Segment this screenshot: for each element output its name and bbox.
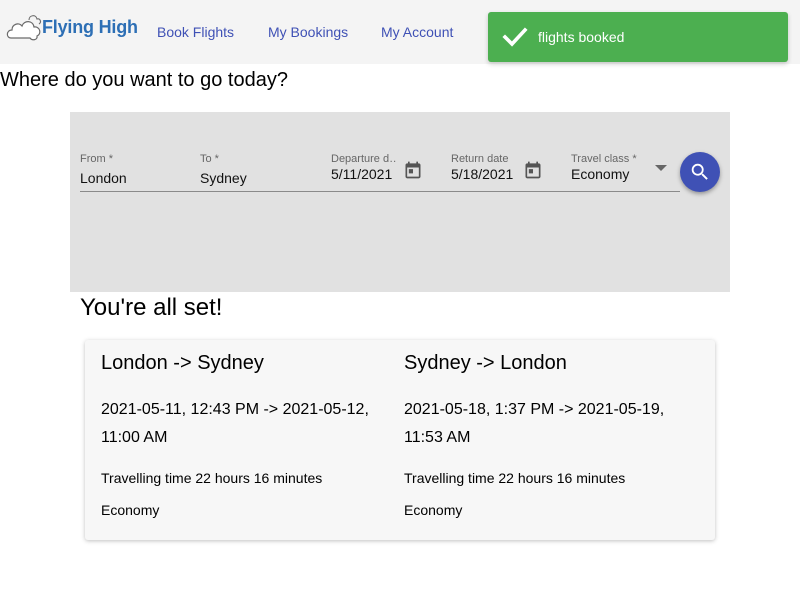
check-icon: [502, 27, 528, 47]
brand-name: Flying High: [42, 17, 138, 37]
travel-class-select[interactable]: Travel class * Economy: [571, 150, 680, 192]
outbound-class: Economy: [101, 502, 160, 518]
nav-book-flights[interactable]: Book Flights: [157, 24, 234, 40]
travel-class-underline: [571, 191, 680, 192]
nav-my-bookings[interactable]: My Bookings: [268, 24, 348, 40]
cloud-icon: [6, 15, 42, 41]
return-date-underline: [451, 191, 571, 192]
search-form: From * London To * Sydney Departure d… 5…: [70, 112, 730, 292]
confirmation-heading: You're all set!: [80, 294, 223, 321]
return-route: Sydney -> London: [404, 352, 567, 374]
dropdown-arrow-icon[interactable]: [655, 165, 667, 171]
to-input[interactable]: Sydney: [200, 170, 320, 186]
departure-date-input[interactable]: 5/11/2021: [331, 166, 397, 182]
to-underline: [200, 191, 331, 192]
brand-logo[interactable]: Flying High: [5, 10, 140, 44]
return-duration: Travelling time 22 hours 16 minutes: [404, 470, 626, 486]
toast-message: flights booked: [538, 29, 625, 45]
outbound-route: London -> Sydney: [101, 352, 264, 374]
to-field[interactable]: To * Sydney: [200, 150, 331, 192]
nav-my-account[interactable]: My Account: [381, 24, 453, 40]
from-label: From *: [80, 153, 113, 165]
from-input[interactable]: London: [80, 170, 190, 186]
travel-class-label: Travel class *: [571, 153, 637, 165]
from-field[interactable]: From * London: [80, 150, 200, 192]
search-icon: [691, 163, 708, 180]
booking-summary-card: London -> Sydney 2021-05-11, 12:43 PM ->…: [85, 340, 715, 540]
to-label: To *: [200, 153, 219, 165]
departure-date-underline: [331, 191, 451, 192]
return-class: Economy: [404, 502, 463, 518]
return-date-input[interactable]: 5/18/2021: [451, 166, 517, 182]
return-date-field[interactable]: Return date 5/18/2021: [451, 150, 571, 192]
departure-date-field[interactable]: Departure d… 5/11/2021: [331, 150, 451, 192]
success-toast: flights booked: [488, 12, 788, 62]
search-button[interactable]: [680, 152, 720, 192]
return-calendar-icon[interactable]: [523, 160, 543, 180]
return-times: 2021-05-18, 1:37 PM -> 2021-05-19, 11:53…: [404, 401, 665, 446]
departure-calendar-icon[interactable]: [403, 160, 423, 180]
departure-date-label: Departure d…: [331, 153, 397, 165]
return-date-label: Return date: [451, 153, 509, 165]
outbound-times: 2021-05-11, 12:43 PM -> 2021-05-12, 11:0…: [101, 401, 369, 446]
from-underline: [80, 191, 200, 192]
outbound-duration: Travelling time 22 hours 16 minutes: [101, 470, 323, 486]
page-title: Where do you want to go today?: [0, 69, 288, 91]
